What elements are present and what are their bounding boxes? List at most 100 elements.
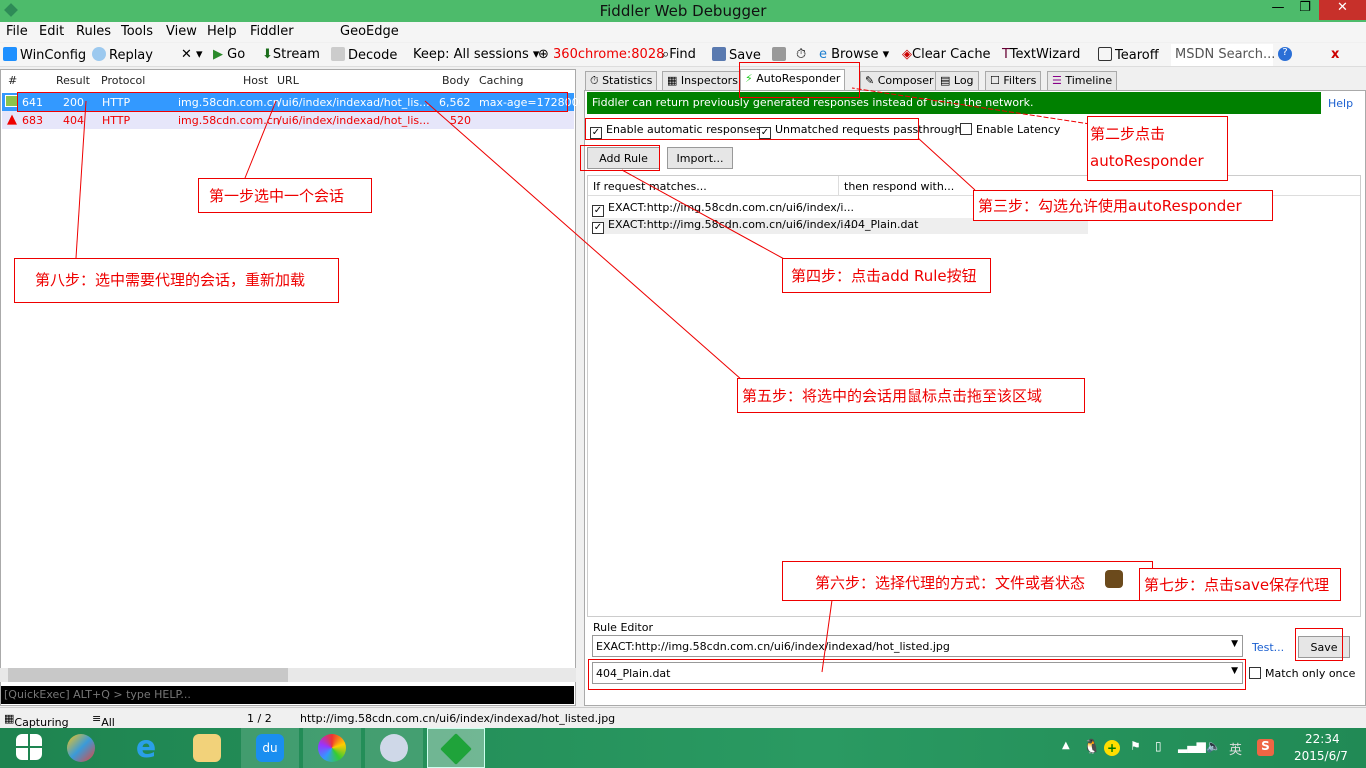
taskbar-explorer-icon[interactable] (178, 728, 236, 768)
screenshot-icon[interactable] (772, 47, 789, 63)
col-caching[interactable]: Caching (479, 74, 523, 87)
menu-help[interactable]: Help (207, 24, 237, 39)
col-result[interactable]: Result (56, 74, 90, 87)
col-body[interactable]: Body (442, 74, 470, 87)
highlight-checkboxes (585, 118, 919, 140)
session-list[interactable]: # Result Protocol Host URL Body Caching … (0, 69, 586, 706)
tray-sogou-icon[interactable]: S (1257, 739, 1274, 756)
taskbar-360-icon[interactable] (52, 728, 110, 768)
annotation-step5: 第五步：将选中的会话用鼠标点击拖至该区域 (737, 378, 1085, 413)
taskbar-fiddler-icon[interactable] (427, 728, 485, 768)
decode-button[interactable]: Decode (331, 47, 397, 63)
rule-editor-label: Rule Editor (593, 621, 653, 634)
test-link[interactable]: Test... (1252, 641, 1284, 654)
go-button[interactable]: ▶ Go (213, 47, 245, 62)
tray-volume-icon[interactable]: 🔈 (1206, 739, 1221, 753)
textwizard-button[interactable]: TTextWizard (1002, 47, 1080, 62)
clock-date[interactable]: 2015/6/7 (1294, 749, 1348, 763)
menu-edit[interactable]: Edit (39, 24, 64, 39)
tab-filters[interactable]: ☐ Filters (985, 71, 1042, 90)
taskbar-baidu-music-icon[interactable]: du (241, 728, 299, 768)
msdn-search-input[interactable]: MSDN Search... (1171, 44, 1275, 66)
tray-expand-icon[interactable]: ▲ (1062, 740, 1070, 751)
col-host[interactable]: Host (243, 74, 268, 87)
rule-respond: 404_Plain.dat (844, 218, 919, 231)
tab-timeline[interactable]: ☰ Timeline (1047, 71, 1118, 90)
match-once-checkbox[interactable]: Match only once (1249, 667, 1355, 680)
tab-inspectors[interactable]: ▦ Inspectors (662, 71, 743, 90)
ie-icon: e (819, 47, 832, 62)
browse-button[interactable]: e Browse ▾ (819, 47, 889, 62)
tab-label: Filters (1003, 74, 1037, 87)
minimize-button[interactable]: — (1264, 0, 1292, 20)
process-label: 360chrome:8028 (553, 47, 665, 62)
maximize-button[interactable]: ❐ (1291, 0, 1319, 20)
rule-row[interactable]: ✓ EXACT:http://img.58cdn.com.cn/ui6/index… (592, 201, 854, 217)
windows-logo-icon (16, 734, 42, 760)
taskbar-paint-icon[interactable] (365, 728, 423, 768)
menu-rules[interactable]: Rules (76, 24, 111, 39)
taskbar: e du ▲ 🐧 + ⚑ ▯ ▂▄▆ 🔈 英 S 22:34 2015/6/7 (0, 728, 1366, 768)
close-button[interactable]: ✕ (1319, 0, 1366, 20)
menu-fiddler[interactable]: Fiddler (250, 24, 294, 39)
col-match[interactable]: If request matches... (593, 180, 707, 193)
remove-button[interactable]: ✕ ▾ (181, 47, 203, 62)
tray-360-icon[interactable]: + (1104, 740, 1120, 756)
tab-label: Inspectors (680, 74, 738, 87)
quickexec-input[interactable]: [QuickExec] ALT+Q > type HELP... (1, 686, 574, 704)
col-url[interactable]: URL (277, 74, 299, 87)
tearoff-icon (1098, 47, 1112, 61)
col-id[interactable]: # (8, 74, 17, 87)
tray-ime[interactable]: 英 (1229, 739, 1242, 758)
tab-label: Statistics (602, 74, 653, 87)
inspectors-icon: ▦ (667, 74, 681, 87)
match-input[interactable]: EXACT:http://img.58cdn.com.cn/ui6/index/… (592, 635, 1243, 657)
help-link[interactable]: Help (1328, 97, 1353, 110)
info-banner: Fiddler can return previously generated … (587, 92, 1321, 114)
import-button[interactable]: Import... (667, 147, 733, 169)
replay-icon (92, 47, 106, 61)
cell-protocol: HTTP (102, 114, 131, 127)
keep-sessions-dropdown[interactable]: Keep: All sessions ▾ (413, 47, 539, 62)
save-toolbar-button[interactable]: Save (712, 47, 761, 63)
tearoff-button[interactable]: Tearoff (1098, 47, 1159, 63)
status-bar: ▦ Capturing ≡ All Processes 1 / 2 http:/… (0, 707, 1366, 742)
help-icon[interactable]: ? (1278, 47, 1292, 61)
taskbar-photo-icon[interactable] (303, 728, 361, 768)
horizontal-scrollbar[interactable] (0, 668, 576, 682)
tab-log[interactable]: ▤ Log (935, 71, 979, 90)
col-respond[interactable]: then respond with... (844, 180, 954, 193)
clear-cache-button[interactable]: ◈Clear Cache (902, 47, 991, 62)
tray-power-icon[interactable]: ▯ (1155, 739, 1162, 753)
log-icon: ▤ (940, 74, 954, 87)
enable-latency-checkbox[interactable]: Enable Latency (960, 123, 1060, 136)
tray-network-icon[interactable]: ▂▄▆ (1178, 739, 1206, 753)
table-row[interactable]: ▲ 683 404 HTTP img.58cdn.com.cn /ui6/ind… (2, 111, 574, 129)
find-button[interactable]: ⌕Find (662, 47, 696, 62)
menu-file[interactable]: File (6, 24, 28, 39)
clear-cache-icon: ◈ (902, 47, 912, 62)
tab-composer[interactable]: ✎ Composer (860, 71, 939, 90)
toolbar-close-button[interactable]: x (1331, 47, 1339, 62)
clock-time[interactable]: 22:34 (1305, 732, 1340, 746)
step2-line2: autoResponder (1090, 152, 1204, 170)
capturing-indicator[interactable]: ▦ Capturing (4, 712, 69, 729)
tray-flag-icon[interactable]: ⚑ (1130, 739, 1141, 753)
menu-geoedge[interactable]: GeoEdge (340, 24, 399, 39)
menu-view[interactable]: View (166, 24, 197, 39)
checkbox-label: Match only once (1265, 667, 1356, 680)
process-filter-button[interactable]: ⊕ 360chrome:8028 (538, 47, 664, 62)
menu-tools[interactable]: Tools (121, 24, 153, 39)
tab-statistics[interactable]: ⏱ Statistics (585, 71, 658, 90)
stream-button[interactable]: ⬇Stream (262, 47, 320, 62)
timer-icon[interactable]: ⏱ (796, 47, 806, 62)
replay-button[interactable]: Replay (92, 47, 153, 63)
annotation-step8: 第八步：选中需要代理的会话，重新加载 (14, 258, 339, 303)
start-button[interactable] (0, 728, 58, 768)
process-filter[interactable]: ≡ All Processes (92, 712, 155, 742)
winconfig-button[interactable]: WinConfig (3, 47, 86, 63)
timeline-icon: ☰ (1052, 74, 1066, 87)
taskbar-ie-icon[interactable]: e (117, 728, 175, 768)
tray-qq-icon[interactable]: 🐧 (1083, 739, 1100, 755)
col-protocol[interactable]: Protocol (101, 74, 145, 87)
